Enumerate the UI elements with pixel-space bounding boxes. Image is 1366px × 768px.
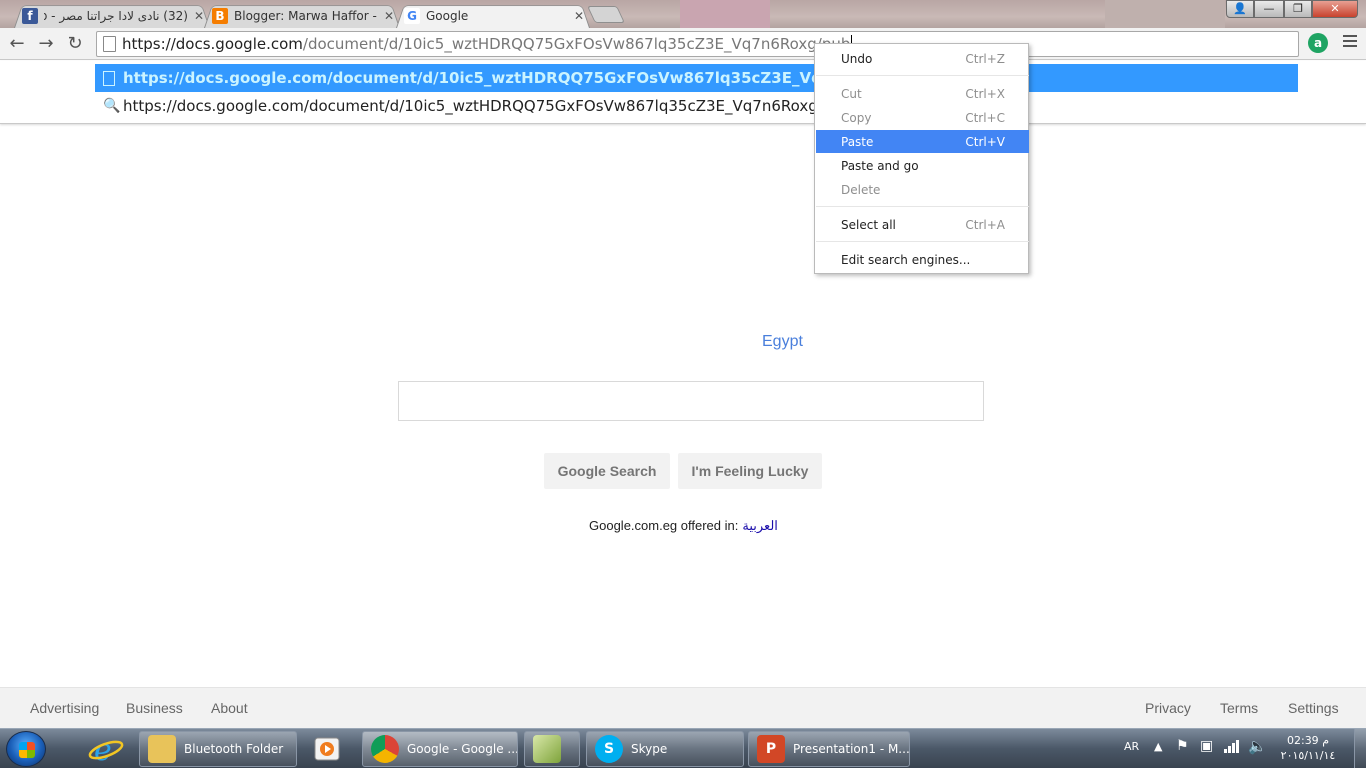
- facebook-icon: f: [22, 7, 38, 24]
- powerpoint-icon: P: [757, 735, 785, 763]
- background-thumbnail: [1105, 0, 1225, 28]
- menu-item-cut[interactable]: Cut Ctrl+X: [816, 82, 1029, 105]
- close-icon[interactable]: ✕: [574, 9, 584, 23]
- feeling-lucky-button[interactable]: I'm Feeling Lucky: [678, 453, 822, 489]
- taskbar-item-chrome[interactable]: Google - Google ...: [362, 731, 518, 767]
- close-icon[interactable]: ✕: [194, 9, 204, 23]
- taskbar-item-bluetooth-folder[interactable]: Bluetooth Folder: [139, 731, 297, 767]
- menu-item-undo[interactable]: Undo Ctrl+Z: [816, 47, 1029, 70]
- menu-item-delete[interactable]: Delete: [816, 178, 1029, 201]
- suggestion-item[interactable]: 🔍 https://docs.google.com/document/d/10i…: [95, 92, 1298, 120]
- internet-explorer-icon[interactable]: e: [84, 732, 128, 768]
- background-thumbnail: [680, 0, 770, 28]
- new-tab-button[interactable]: [587, 6, 625, 23]
- google-icon: G: [404, 7, 420, 24]
- media-player-icon[interactable]: [305, 732, 349, 766]
- volume-icon[interactable]: 🔈: [1248, 737, 1267, 755]
- page-footer: Advertising Business About Privacy Terms…: [0, 687, 1366, 728]
- browser-toolbar: ← → ↻ https://docs.google.com/document/d…: [0, 28, 1366, 60]
- tab-title: Google: [426, 8, 469, 23]
- menu-item-paste[interactable]: Paste Ctrl+V: [816, 130, 1029, 153]
- close-window-button[interactable]: ✕: [1312, 0, 1358, 18]
- minimize-button[interactable]: —: [1254, 0, 1284, 18]
- chrome-menu-icon[interactable]: [1340, 32, 1360, 54]
- svg-text:e: e: [94, 733, 112, 766]
- language-link-arabic[interactable]: العربية: [742, 518, 778, 533]
- suggestion-item[interactable]: https://docs.google.com/document/d/10ic5…: [95, 64, 1298, 92]
- show-hidden-icons-icon[interactable]: ▲: [1154, 740, 1162, 753]
- chrome-icon: [371, 735, 399, 763]
- menu-item-select-all[interactable]: Select all Ctrl+A: [816, 213, 1029, 236]
- taskbar-item-skype[interactable]: S Skype: [586, 731, 744, 767]
- footer-link-advertising[interactable]: Advertising: [30, 700, 99, 716]
- footer-link-business[interactable]: Business: [126, 700, 183, 716]
- menu-separator: [816, 206, 1029, 207]
- action-center-flag-icon[interactable]: ⚑: [1176, 738, 1189, 754]
- taskbar-item-app[interactable]: [524, 731, 580, 767]
- windows-logo-icon: [19, 742, 35, 758]
- footer-link-about[interactable]: About: [211, 700, 248, 716]
- forward-button[interactable]: →: [34, 32, 58, 56]
- menu-item-edit-search-engines[interactable]: Edit search engines...: [816, 248, 1029, 271]
- show-desktop-button[interactable]: [1354, 729, 1366, 768]
- taskbar-item-powerpoint[interactable]: P Presentation1 - M...: [748, 731, 910, 767]
- tab-title: Blogger: Marwa Haffor - E: [234, 8, 378, 23]
- omnibox-suggestions: https://docs.google.com/document/d/10ic5…: [0, 61, 1366, 124]
- page-icon: [103, 70, 115, 86]
- device-icon[interactable]: ▣: [1200, 738, 1213, 754]
- google-search-button[interactable]: Google Search: [544, 453, 670, 489]
- windows-taskbar: e Bluetooth Folder Google - Google ... S…: [0, 728, 1366, 768]
- menu-separator: [816, 241, 1029, 242]
- menu-separator: [816, 75, 1029, 76]
- window-controls: 👤 — ❐ ✕: [1226, 0, 1358, 18]
- profile-icon[interactable]: 👤: [1226, 0, 1254, 18]
- search-input[interactable]: [398, 381, 984, 421]
- language-offer: Google.com.eg offered in: العربية: [589, 518, 778, 533]
- context-menu: Undo Ctrl+Z Cut Ctrl+X Copy Ctrl+C Paste Ctr…: [814, 43, 1029, 274]
- footer-link-terms[interactable]: Terms: [1220, 700, 1258, 716]
- close-icon[interactable]: ✕: [384, 9, 394, 23]
- tab-blogger[interactable]: B Blogger: Marwa Haffor - E ✕: [204, 3, 400, 28]
- page-icon: [103, 36, 116, 52]
- back-button[interactable]: ←: [5, 32, 29, 56]
- language-indicator[interactable]: AR: [1124, 740, 1139, 753]
- skype-icon: S: [595, 735, 623, 763]
- tab-title: (32) نادى لادا جراتنا مصر - Club: [44, 8, 188, 23]
- blogger-icon: B: [212, 7, 228, 24]
- folder-icon: [148, 735, 176, 763]
- start-button[interactable]: [6, 731, 46, 767]
- country-label[interactable]: Egypt: [762, 333, 803, 351]
- footer-link-settings[interactable]: Settings: [1288, 700, 1339, 716]
- tab-strip: f (32) نادى لادا جراتنا مصر - Club ✕ B B…: [0, 0, 1366, 28]
- tab-google[interactable]: G Google ✕: [396, 3, 590, 28]
- app-icon: [533, 735, 561, 763]
- reload-button[interactable]: ↻: [63, 32, 87, 56]
- tab-facebook[interactable]: f (32) نادى لادا جراتنا مصر - Club ✕: [14, 3, 210, 28]
- menu-item-copy[interactable]: Copy Ctrl+C: [816, 106, 1029, 129]
- address-bar-url: https://docs.google.com/document/d/10ic5…: [122, 34, 853, 54]
- search-icon: 🔍: [103, 98, 121, 114]
- footer-link-privacy[interactable]: Privacy: [1145, 700, 1191, 716]
- network-icon[interactable]: [1222, 737, 1240, 758]
- system-clock[interactable]: 02:39 م ٢٠١٥/١١/١٤: [1270, 733, 1346, 763]
- address-bar[interactable]: https://docs.google.com/document/d/10ic5…: [96, 31, 1299, 57]
- maximize-button[interactable]: ❐: [1284, 0, 1312, 18]
- menu-item-paste-and-go[interactable]: Paste and go: [816, 154, 1029, 177]
- extension-icon[interactable]: a: [1308, 33, 1328, 53]
